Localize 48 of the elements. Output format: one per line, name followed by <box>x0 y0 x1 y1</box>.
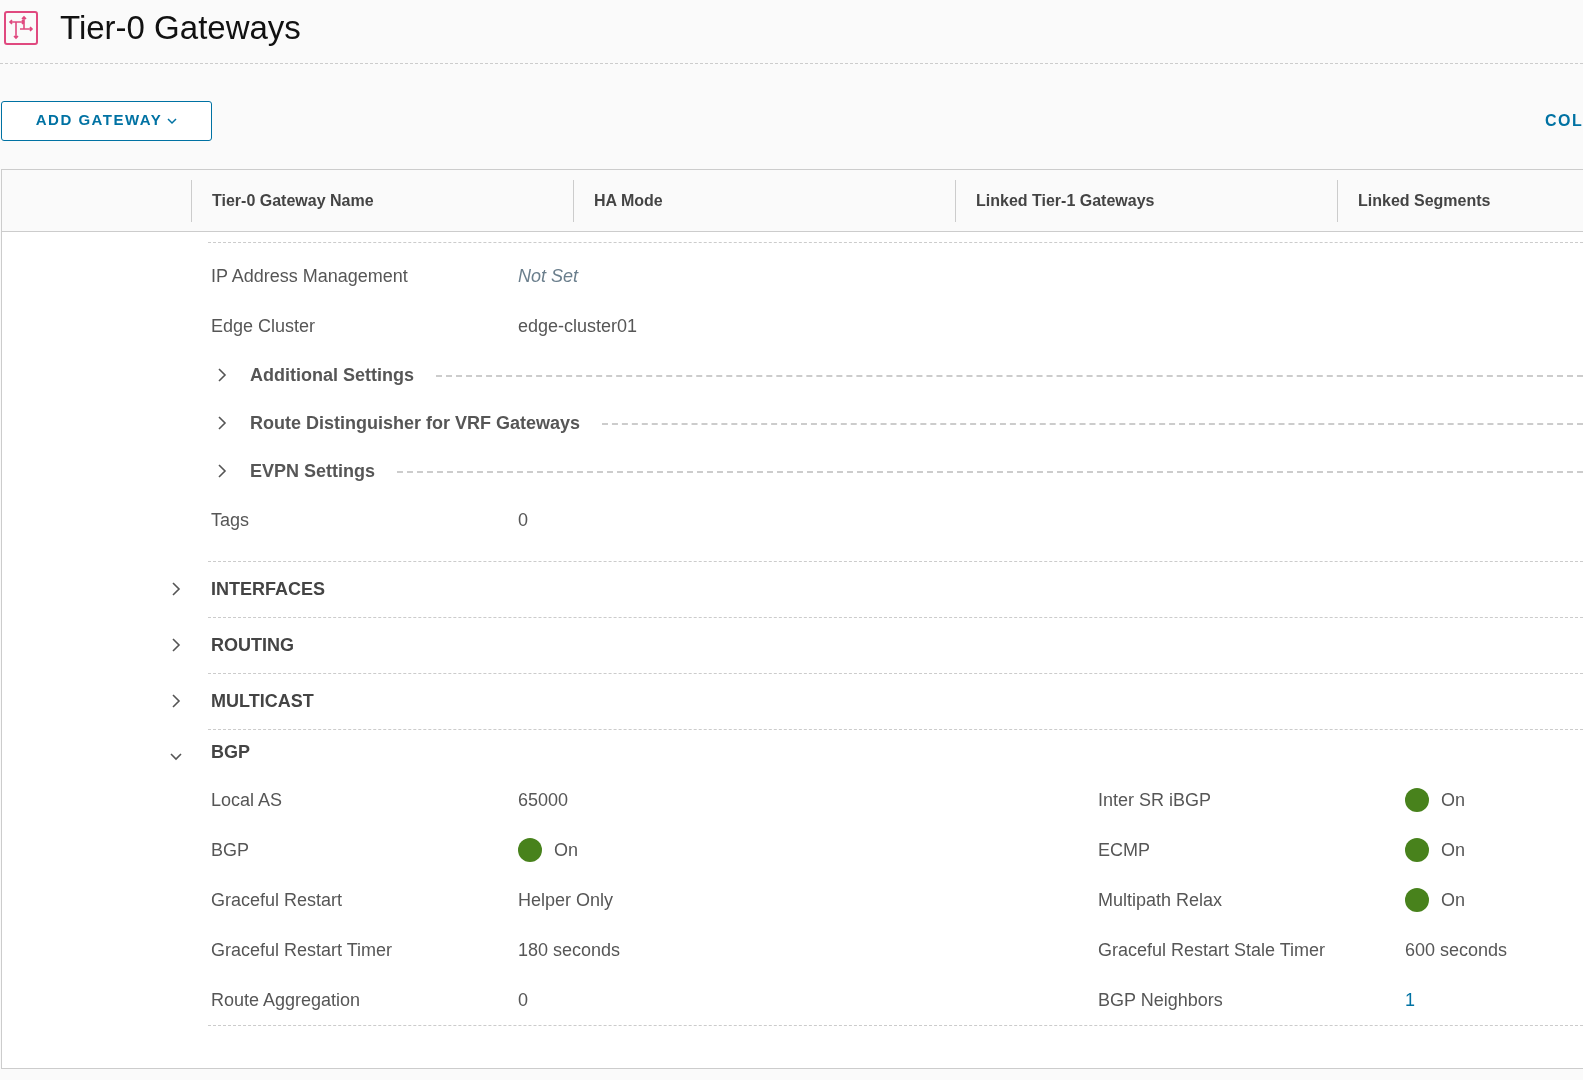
section-toggle[interactable]: ROUTING <box>211 632 294 659</box>
field-label: Local AS <box>211 788 283 812</box>
field-label: Graceful Restart Stale Timer <box>1098 938 1326 962</box>
field-value: 0 <box>518 508 528 532</box>
caret-icon <box>167 116 178 125</box>
field-label: BGP Neighbors <box>1098 988 1223 1012</box>
field-label: BGP <box>211 838 249 862</box>
status-text: On <box>1441 888 1465 912</box>
neighbors-link[interactable]: 1 <box>1405 986 1415 1014</box>
chevron-right-icon[interactable] <box>216 367 228 383</box>
field-value: edge-cluster01 <box>518 314 638 338</box>
field-value: 65000 <box>518 788 569 812</box>
field-label: Tags <box>210 508 251 532</box>
column-header[interactable]: Linked Tier-1 Gateways <box>955 179 1337 222</box>
status-text: On <box>554 838 578 862</box>
add-gateway-button[interactable]: ADD GATEWAY <box>1 100 212 141</box>
field-value: 0 <box>518 988 528 1012</box>
field-label: Route Aggregation <box>211 988 361 1012</box>
column-header[interactable]: Tier-0 Gateway Name <box>191 179 573 222</box>
field-value: 180 seconds <box>518 938 621 962</box>
page-title: Tier-0 Gateways <box>60 7 301 48</box>
section-toggle[interactable]: MULTICAST <box>211 688 314 715</box>
status-text: On <box>1441 788 1465 812</box>
subsection-toggle[interactable]: Additional Settings <box>250 361 414 389</box>
field-placeholder-value: Not Set <box>518 264 579 288</box>
field-label: Inter SR iBGP <box>1098 788 1212 812</box>
subsection-toggle[interactable]: Route Distinguisher for VRF Gateways <box>250 409 581 437</box>
subsection-toggle[interactable]: EVPN Settings <box>250 457 376 485</box>
field-value: Helper Only <box>518 888 614 912</box>
chevron-right-icon[interactable] <box>170 581 182 597</box>
field-label: Edge Cluster <box>210 314 317 338</box>
status-text: On <box>1441 838 1465 862</box>
field-label: Graceful Restart Timer <box>211 938 393 962</box>
section-toggle[interactable]: INTERFACES <box>211 576 325 603</box>
field-label: IP Address Management <box>210 264 409 288</box>
field-label: Multipath Relax <box>1098 888 1223 912</box>
section-toggle[interactable]: BGP <box>211 739 250 766</box>
field-label: ECMP <box>1098 838 1150 862</box>
chevron-right-icon[interactable] <box>170 693 182 709</box>
field-value: 600 seconds <box>1405 938 1508 962</box>
collapse-link[interactable]: COL <box>1545 108 1583 133</box>
chevron-right-icon[interactable] <box>216 463 228 479</box>
column-header[interactable]: HA Mode <box>573 179 955 222</box>
chevron-right-icon[interactable] <box>170 637 182 653</box>
column-header[interactable]: Linked Segments <box>1337 179 1583 222</box>
chevron-right-icon[interactable] <box>216 415 228 431</box>
field-label: Graceful Restart <box>211 888 343 912</box>
gateway-icon <box>4 10 38 45</box>
